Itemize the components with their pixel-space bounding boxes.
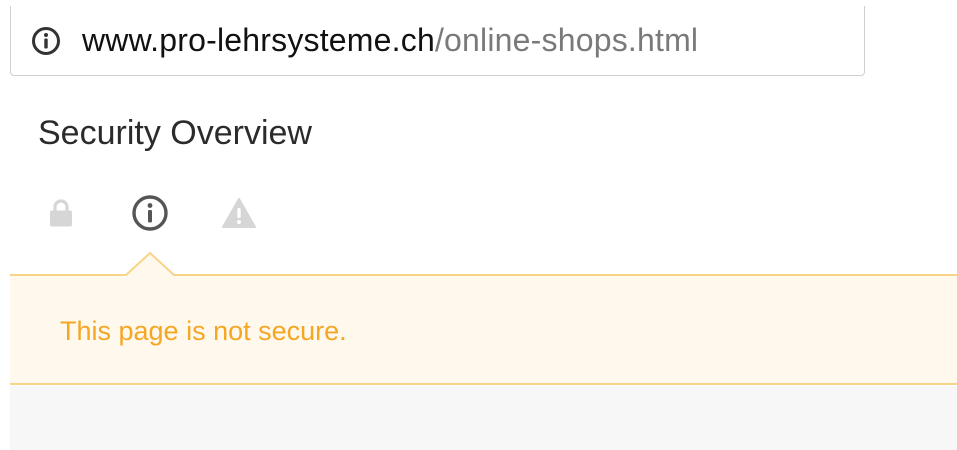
info-tab[interactable] [125, 190, 175, 240]
warning-icon [221, 197, 257, 234]
security-message-panel: This page is not secure. [10, 252, 957, 386]
warning-tab[interactable] [214, 190, 264, 240]
security-message: This page is not secure. [60, 316, 347, 346]
security-overview-page: www.pro-lehrsysteme.ch/online-shops.html… [0, 0, 957, 450]
page-title: Security Overview [38, 114, 312, 152]
address-bar[interactable]: www.pro-lehrsysteme.ch/online-shops.html [10, 6, 865, 76]
info-circle-icon [131, 194, 169, 237]
url-text[interactable]: www.pro-lehrsysteme.ch/online-shops.html [82, 22, 698, 59]
footer-area [10, 386, 957, 450]
info-circle-icon[interactable] [31, 26, 61, 56]
panel-pointer-arrow [126, 252, 174, 276]
url-path: /online-shops.html [434, 22, 699, 58]
warning-banner: This page is not secure. [10, 274, 957, 385]
lock-tab[interactable] [36, 190, 86, 240]
lock-icon [48, 198, 74, 233]
url-host: www.pro-lehrsysteme.ch [82, 22, 435, 58]
security-icon-row [0, 190, 957, 240]
